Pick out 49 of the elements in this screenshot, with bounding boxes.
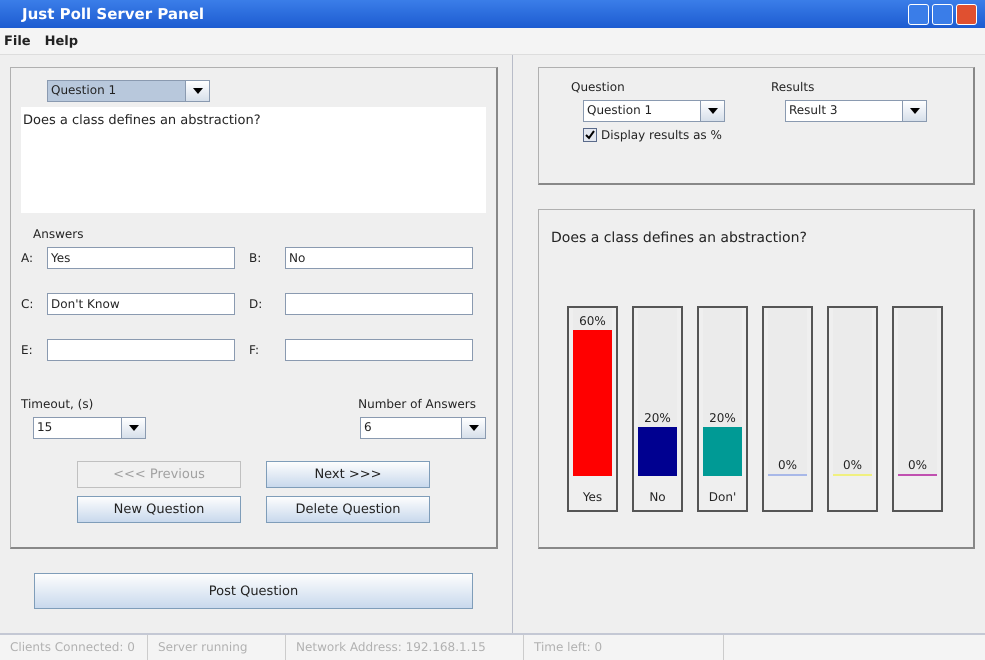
nav-button[interactable]: New Question [77,496,241,523]
answer-field[interactable] [285,293,473,315]
answer-label: Yes [582,490,602,504]
percent-checkbox[interactable] [583,128,597,142]
maximize-icon[interactable] [932,4,953,24]
timeout-label: Timeout, (s) [21,397,94,411]
answer-field[interactable] [285,339,473,361]
answer-letter: E: [21,343,34,357]
chart-title: Does a class defines an abstraction? [551,230,808,246]
answer-label: No [649,490,666,504]
answers-label: Answers [33,227,84,241]
post-question-button[interactable]: Post Question [34,573,473,609]
percent-reading: 20% [643,411,672,426]
answer-letter: D: [248,297,264,311]
close-icon[interactable] [956,4,977,24]
status-text: Server running [148,635,286,660]
menu-item[interactable]: Help [44,34,78,48]
percent-reading: 0% [776,458,798,472]
results-dropdown[interactable]: Result 3 [785,100,927,122]
answer-count-dropdown[interactable]: 6 [360,417,486,439]
answer-field[interactable]: Don't Know [47,293,235,315]
status-text: Time left: 0 [524,635,724,660]
percent-reading: 0% [906,458,928,472]
answer-letter: F: [248,343,260,357]
status-text: Clients Connected: 0 [0,635,148,660]
status-text: Network Address: 192.168.1.15 [286,635,524,660]
answer-letter: B: [248,251,262,265]
minimize-icon[interactable] [908,4,929,24]
results-label: Results [771,80,814,94]
answer-field[interactable]: Yes [47,247,235,269]
question-dropdown[interactable]: Question 1 [583,100,725,122]
answer-letter: C: [21,297,34,311]
question-label: Question [571,80,625,94]
nav-button[interactable]: Next >>> [266,461,430,488]
answer-letter: A: [21,251,34,265]
percent-reading: 0% [842,458,864,472]
menu-item[interactable]: File [4,34,31,48]
answer-field[interactable]: No [285,247,473,269]
nav-button[interactable]: Delete Question [266,496,430,523]
percent-label: Display results as % [601,128,722,142]
window-title: Just Poll Server Panel [22,5,204,23]
percent-reading: 20% [708,411,737,426]
percent-reading: 60% [578,314,607,328]
question-dropdown[interactable]: Question 1 [47,80,210,102]
answer-field[interactable] [47,339,235,361]
answer-count-label: Number of Answers [358,397,476,411]
timeout-dropdown[interactable]: 15 [33,417,146,439]
question-text[interactable]: Does a class defines an abstraction? [21,107,486,213]
answer-label: Don' [708,490,736,504]
